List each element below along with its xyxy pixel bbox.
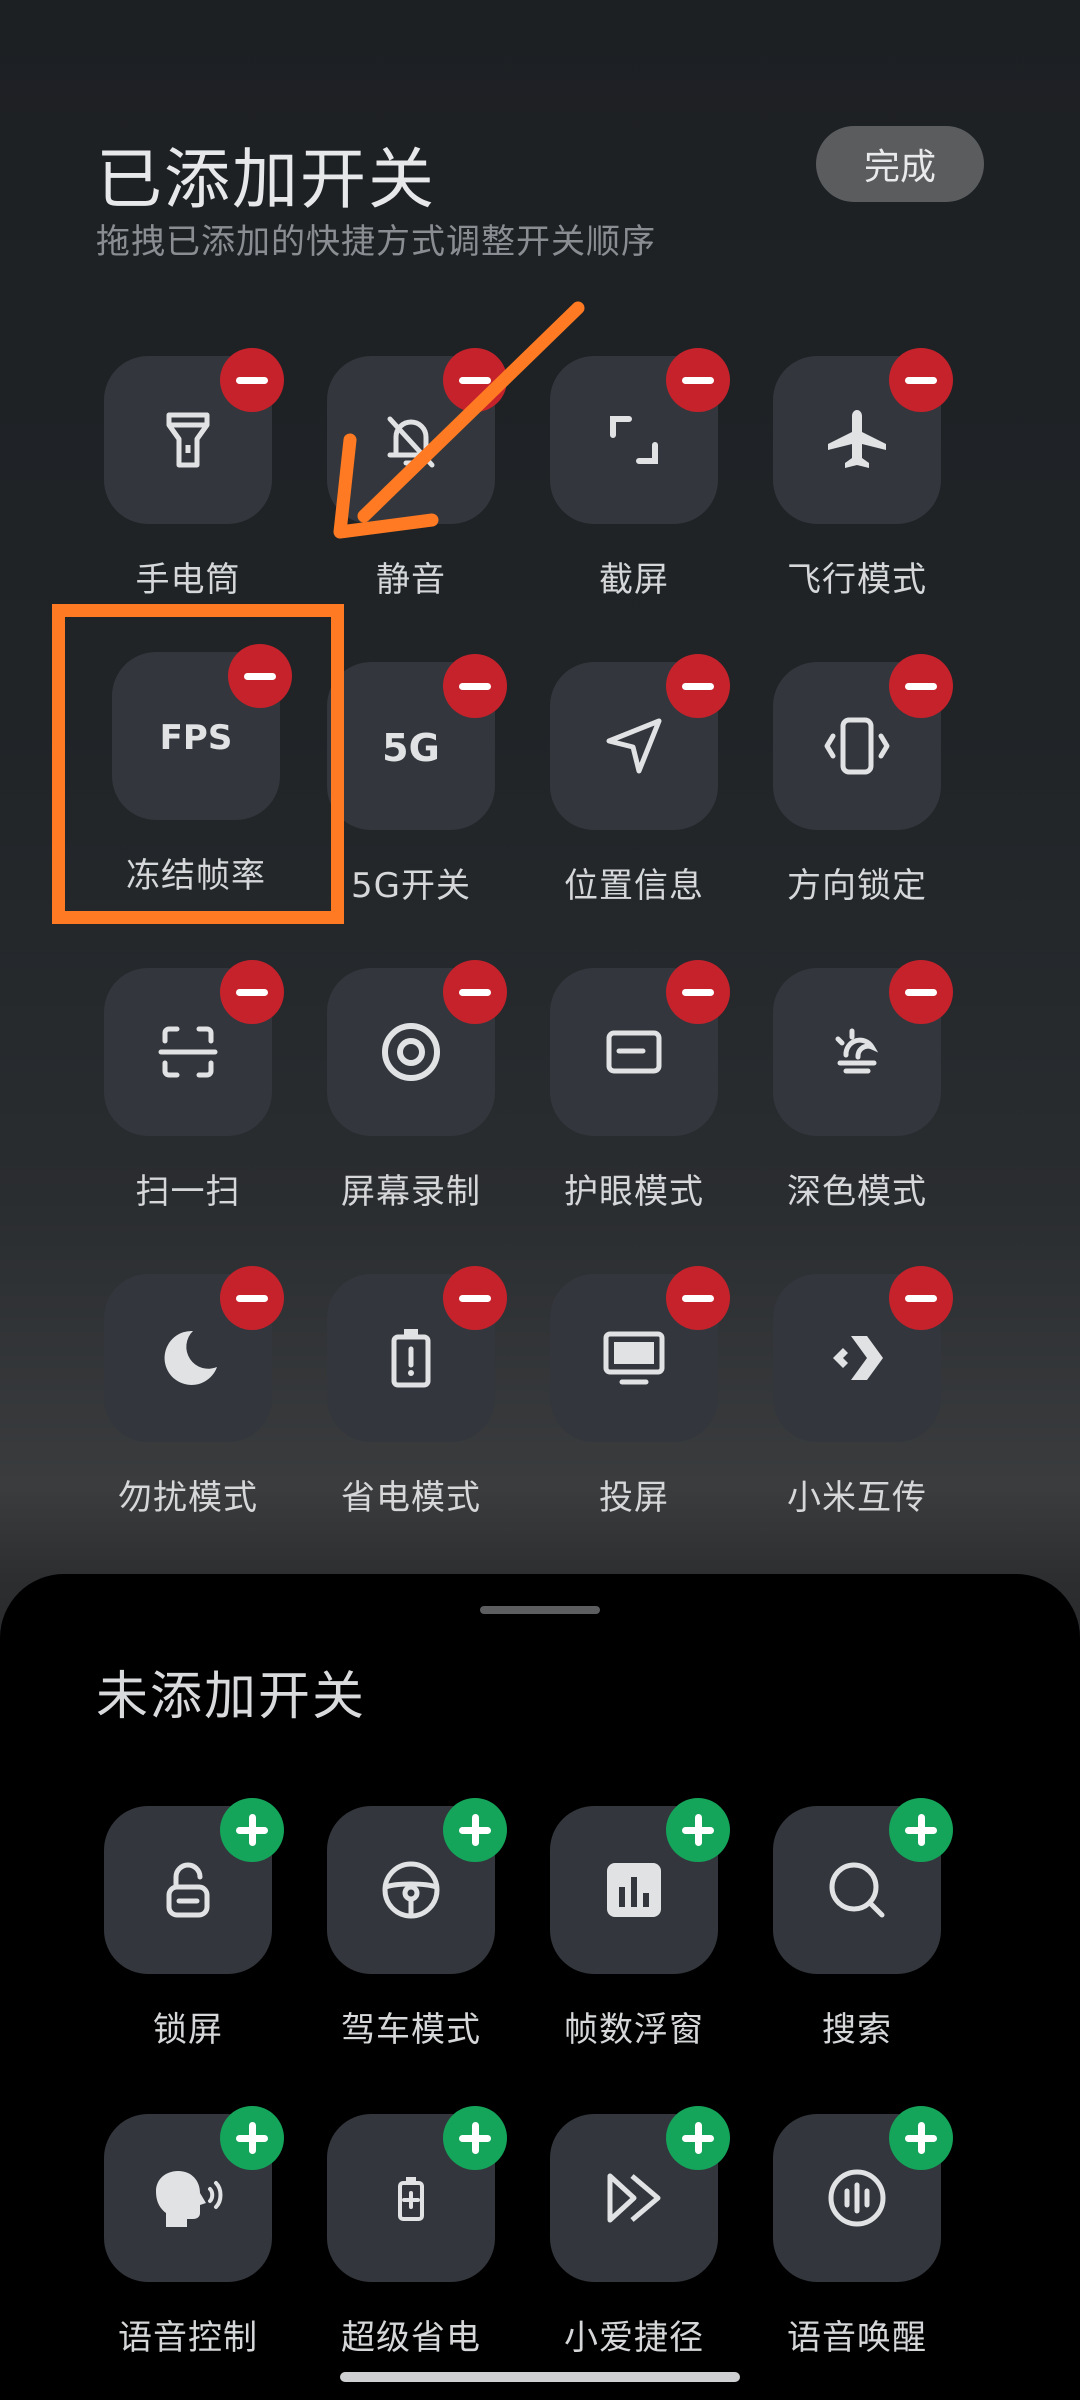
scan-icon <box>153 1017 223 1087</box>
toggle-label: 屏幕录制 <box>341 1172 481 1212</box>
5g-icon: 5G <box>371 721 451 771</box>
mi-share-icon <box>821 1322 893 1394</box>
toggle-label: 语音控制 <box>118 2318 258 2358</box>
toggle-tile[interactable]: 方向锁定 <box>773 654 995 906</box>
toggle-tile[interactable]: 勿扰模式 <box>104 1266 326 1518</box>
toggle-label: 超级省电 <box>341 2318 481 2358</box>
remove-badge-minus-icon[interactable] <box>666 348 730 412</box>
toggle-label: 截屏 <box>599 560 669 600</box>
toggle-tile[interactable]: 手电筒 <box>104 348 326 600</box>
toggle-label: 小米互传 <box>787 1478 927 1518</box>
toggle-tile[interactable]: 省电模式 <box>327 1266 549 1518</box>
voice-control-icon <box>148 2163 228 2233</box>
toggle-tile[interactable]: 小米互传 <box>773 1266 995 1518</box>
screen-record-icon <box>376 1017 446 1087</box>
remove-badge-minus-icon[interactable] <box>443 1266 507 1330</box>
flashlight-icon <box>153 405 223 475</box>
arrow-annotation-icon <box>333 301 585 539</box>
toggle-tile[interactable]: 超级省电 <box>327 2106 549 2358</box>
sheet-title: 未添加开关 <box>96 1667 367 1727</box>
toggle-label: 飞行模式 <box>787 560 927 600</box>
moon-icon <box>153 1323 223 1393</box>
bar-chart-icon <box>599 1855 669 1925</box>
location-icon <box>599 711 669 781</box>
toggle-label: 位置信息 <box>564 866 704 906</box>
remove-badge-minus-icon[interactable] <box>889 1266 953 1330</box>
remove-badge-minus-icon[interactable] <box>889 654 953 718</box>
toggle-tile[interactable]: 投屏 <box>550 1266 772 1518</box>
toggle-tile[interactable]: 帧数浮窗 <box>550 1798 772 2050</box>
icon-text: 5G <box>382 726 440 770</box>
add-badge-plus-icon[interactable] <box>889 2106 953 2170</box>
add-badge-plus-icon[interactable] <box>443 2106 507 2170</box>
highlight-annotation-box <box>52 604 344 924</box>
remove-badge-minus-icon[interactable] <box>666 1266 730 1330</box>
lock-icon <box>153 1855 223 1925</box>
home-indicator[interactable] <box>340 2372 740 2382</box>
remove-badge-minus-icon[interactable] <box>443 960 507 1024</box>
add-badge-plus-icon[interactable] <box>666 1798 730 1862</box>
toggle-tile[interactable]: 飞行模式 <box>773 348 995 600</box>
rotation-lock-icon <box>819 708 895 784</box>
sheet-drag-handle[interactable] <box>480 1606 600 1614</box>
toggle-label: 方向锁定 <box>787 866 927 906</box>
toggle-label: 投屏 <box>599 1478 669 1518</box>
toggle-label: 锁屏 <box>153 2010 223 2050</box>
remove-badge-minus-icon[interactable] <box>666 654 730 718</box>
toggle-tile[interactable]: 搜索 <box>773 1798 995 2050</box>
voice-wake-icon <box>822 2163 892 2233</box>
toggle-tile[interactable]: 5G 5G开关 <box>327 654 549 906</box>
toggle-label: 省电模式 <box>341 1478 481 1518</box>
page-subtitle: 拖拽已添加的快捷方式调整开关顺序 <box>96 222 656 262</box>
toggle-label: 护眼模式 <box>564 1172 704 1212</box>
add-badge-plus-icon[interactable] <box>220 2106 284 2170</box>
steering-wheel-icon <box>376 1855 446 1925</box>
fast-forward-icon <box>598 2162 670 2234</box>
dark-mode-icon <box>822 1017 892 1087</box>
add-badge-plus-icon[interactable] <box>220 1798 284 1862</box>
airplane-icon <box>821 404 893 476</box>
cast-screen-icon <box>598 1322 670 1394</box>
battery-saver-icon <box>376 1323 446 1393</box>
remove-badge-minus-icon[interactable] <box>666 960 730 1024</box>
toggle-label: 搜索 <box>822 2010 892 2050</box>
toggle-label: 帧数浮窗 <box>564 2010 704 2050</box>
control-center-editor: 已添加开关 拖拽已添加的快捷方式调整开关顺序 完成 手电筒 静音 截屏 飞行模式 FPS… <box>0 0 1080 2400</box>
eye-comfort-icon <box>599 1017 669 1087</box>
toggle-tile[interactable]: 小爱捷径 <box>550 2106 772 2358</box>
toggle-tile[interactable]: 锁屏 <box>104 1798 326 2050</box>
remove-badge-minus-icon[interactable] <box>220 348 284 412</box>
screenshot-icon <box>599 405 669 475</box>
remove-badge-minus-icon[interactable] <box>220 960 284 1024</box>
page-title: 已添加开关 <box>96 141 436 218</box>
toggle-label: 扫一扫 <box>135 1172 241 1212</box>
toggle-tile[interactable]: 屏幕录制 <box>327 960 549 1212</box>
toggle-label: 语音唤醒 <box>787 2318 927 2358</box>
toggle-label: 静音 <box>376 560 446 600</box>
done-button[interactable]: 完成 <box>816 126 984 202</box>
toggle-label: 小爱捷径 <box>564 2318 704 2358</box>
toggle-tile[interactable]: 位置信息 <box>550 654 772 906</box>
toggle-label: 勿扰模式 <box>118 1478 258 1518</box>
toggle-tile[interactable]: 语音唤醒 <box>773 2106 995 2358</box>
toggle-tile[interactable]: 扫一扫 <box>104 960 326 1212</box>
toggle-tile[interactable]: 护眼模式 <box>550 960 772 1212</box>
search-icon <box>822 1855 892 1925</box>
remove-badge-minus-icon[interactable] <box>443 654 507 718</box>
remove-badge-minus-icon[interactable] <box>889 960 953 1024</box>
toggle-label: 驾车模式 <box>341 2010 481 2050</box>
toggle-label: 手电筒 <box>135 560 241 600</box>
remove-badge-minus-icon[interactable] <box>220 1266 284 1330</box>
add-badge-plus-icon[interactable] <box>666 2106 730 2170</box>
toggle-label: 深色模式 <box>787 1172 927 1212</box>
add-badge-plus-icon[interactable] <box>889 1798 953 1862</box>
toggle-tile[interactable]: 深色模式 <box>773 960 995 1212</box>
toggle-tile[interactable]: 语音控制 <box>104 2106 326 2358</box>
remove-badge-minus-icon[interactable] <box>889 348 953 412</box>
ultra-battery-saver-icon <box>376 2163 446 2233</box>
add-badge-plus-icon[interactable] <box>443 1798 507 1862</box>
toggle-tile[interactable]: 驾车模式 <box>327 1798 549 2050</box>
